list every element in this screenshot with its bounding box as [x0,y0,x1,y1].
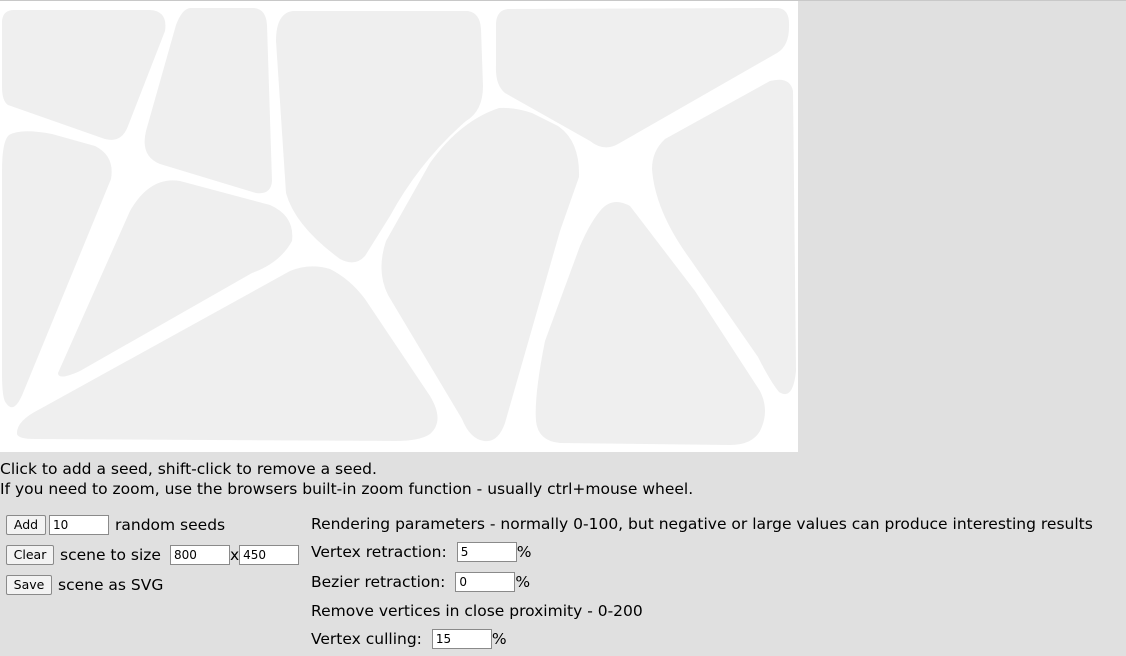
clear-button[interactable]: Clear [6,545,54,565]
vertex-retraction-input[interactable] [456,542,517,562]
save-button[interactable]: Save [6,575,52,595]
vertex-retraction-unit: % [516,543,532,561]
instruction-line-2: If you need to zoom, use the browsers bu… [0,480,694,498]
save-scene-row: Save scene as SVG [6,574,163,596]
bezier-retraction-unit: % [515,573,531,591]
vertex-culling-unit: % [491,630,507,648]
vertex-culling-row: Vertex culling: % [311,628,507,650]
voronoi-cell [144,8,272,194]
proximity-heading: Remove vertices in close proximity - 0-2… [311,602,643,620]
vertex-culling-label: Vertex culling: [311,630,422,648]
save-svg-label: scene as SVG [58,576,164,594]
voronoi-canvas[interactable] [0,1,798,452]
instruction-line-1: Click to add a seed, shift-click to remo… [0,460,377,478]
add-button[interactable]: Add [6,515,46,535]
rendering-heading: Rendering parameters - normally 0-100, b… [311,515,1093,533]
scene-size-label: scene to size [60,546,161,564]
scene-height-input[interactable] [239,545,300,565]
scene-width-input[interactable] [169,545,230,565]
bezier-retraction-row: Bezier retraction: % [311,571,530,593]
vertex-retraction-label: Vertex retraction: [311,543,447,561]
voronoi-scene[interactable] [0,1,798,452]
seed-count-input[interactable] [49,515,109,535]
voronoi-cell [2,10,166,140]
size-separator: x [229,546,240,564]
random-seeds-label: random seeds [115,516,226,534]
vertex-retraction-row: Vertex retraction: % [311,541,531,563]
add-seeds-row: Add random seeds [6,514,225,536]
bezier-retraction-label: Bezier retraction: [311,573,446,591]
voronoi-cell [2,131,112,408]
bezier-retraction-input[interactable] [455,572,516,592]
vertex-culling-input[interactable] [431,629,492,649]
clear-scene-row: Clear scene to size x [6,544,300,566]
